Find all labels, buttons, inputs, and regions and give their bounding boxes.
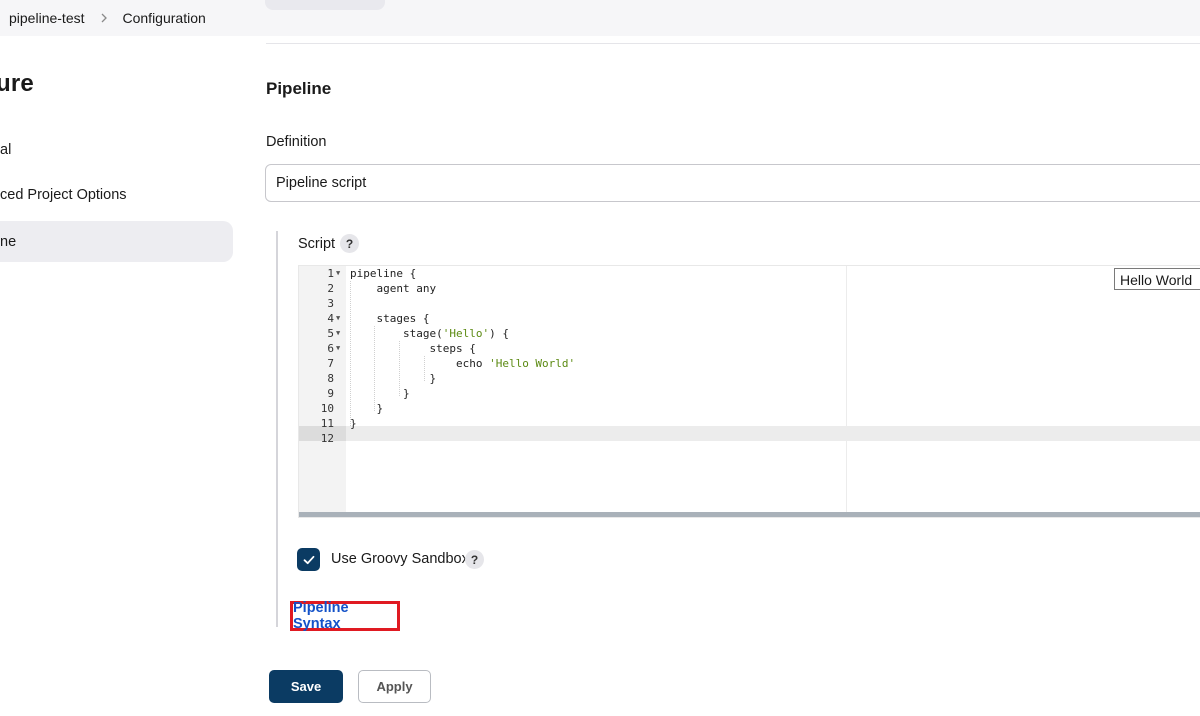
code-line[interactable]: 2 agent any	[299, 281, 1200, 296]
definition-select-value: Pipeline script	[276, 175, 367, 191]
pipeline-syntax-link[interactable]: Pipeline Syntax	[290, 600, 400, 632]
sidebar-item-pipeline-highlight[interactable]	[0, 221, 233, 262]
code-string-literal: 'Hello World'	[489, 357, 576, 370]
line-number: 3	[327, 297, 334, 310]
code-text: echo 'Hello World'	[350, 357, 576, 370]
groovy-sandbox-label[interactable]: Use Groovy Sandbox	[331, 551, 469, 567]
fold-arrow-icon[interactable]: ▼	[336, 341, 340, 356]
code-text: pipeline {	[350, 267, 417, 280]
line-number: 5	[327, 327, 334, 340]
fold-arrow-icon[interactable]: ▼	[336, 326, 340, 341]
script-help-icon[interactable]: ?	[340, 234, 359, 253]
sidebar-item-pipeline[interactable]: ne	[0, 234, 16, 250]
code-line[interactable]: 8 }	[299, 371, 1200, 386]
code-line[interactable]: 10 }	[299, 401, 1200, 416]
code-line[interactable]: 7 echo 'Hello World'	[299, 356, 1200, 371]
code-string-literal: 'Hello'	[442, 327, 490, 340]
code-line[interactable]: 9 }	[299, 386, 1200, 401]
definition-select[interactable]: Pipeline script	[265, 164, 1200, 202]
code-line[interactable]: 12	[299, 431, 1200, 446]
code-line[interactable]: 5 ▼ stage('Hello') {	[299, 326, 1200, 341]
section-divider	[266, 43, 1200, 44]
chevron-right-icon	[99, 13, 109, 23]
line-number: 10	[320, 402, 334, 415]
code-line[interactable]: 4 ▼ stages {	[299, 311, 1200, 326]
code-text: steps {	[350, 342, 476, 355]
line-number: 1	[327, 267, 334, 280]
groovy-sandbox-checkbox[interactable]	[297, 548, 320, 571]
code-text: stages {	[350, 312, 430, 325]
apply-button[interactable]: Apply	[358, 670, 431, 703]
line-number: 2	[327, 282, 334, 295]
script-label: Script	[298, 236, 336, 252]
pipeline-syntax-link-label: Pipeline Syntax	[293, 600, 349, 632]
code-text: }	[350, 372, 437, 385]
check-icon	[303, 555, 314, 564]
section-indent-line	[276, 231, 278, 627]
line-number: 4	[327, 312, 334, 325]
line-number: 8	[327, 372, 334, 385]
breadcrumb-item-configuration[interactable]: Configuration	[123, 10, 206, 26]
sandbox-help-icon[interactable]: ?	[465, 550, 484, 569]
definition-label: Definition	[266, 134, 327, 150]
line-number: 7	[327, 357, 334, 370]
tooltip: Hello World	[1114, 268, 1200, 290]
sidebar-item-advanced-project-options[interactable]: ced Project Options	[0, 187, 127, 203]
section-title: Pipeline	[266, 79, 332, 98]
page-title: ure	[0, 70, 34, 97]
line-number: 12	[320, 432, 334, 445]
line-number: 6	[327, 342, 334, 355]
sidebar-item-general[interactable]: al	[0, 142, 11, 158]
code-line[interactable]: 11}	[299, 416, 1200, 431]
editor-resize-bar[interactable]	[299, 512, 1200, 517]
fold-arrow-icon[interactable]: ▼	[336, 266, 340, 281]
breadcrumb-item-project[interactable]: pipeline-test	[9, 10, 85, 26]
code-text: agent any	[350, 282, 437, 295]
topbar-decoration	[265, 0, 385, 10]
fold-arrow-icon[interactable]: ▼	[336, 311, 340, 326]
code-text: stage('Hello') {	[350, 327, 509, 340]
breadcrumb: pipeline-test Configuration	[0, 0, 1200, 36]
code-line[interactable]: 6 ▼ steps {	[299, 341, 1200, 356]
line-number: 9	[327, 387, 334, 400]
code-text: }	[350, 417, 357, 430]
line-number: 11	[320, 417, 334, 430]
code-line[interactable]: 3	[299, 296, 1200, 311]
code-text: }	[350, 402, 384, 415]
script-editor[interactable]: 1 ▼ pipeline {2 agent any 3 4 ▼ stages {5 ▼ st…	[298, 265, 1200, 518]
save-button[interactable]: Save	[269, 670, 343, 703]
code-text: }	[350, 387, 410, 400]
code-line[interactable]: 1 ▼ pipeline {	[299, 266, 1200, 281]
